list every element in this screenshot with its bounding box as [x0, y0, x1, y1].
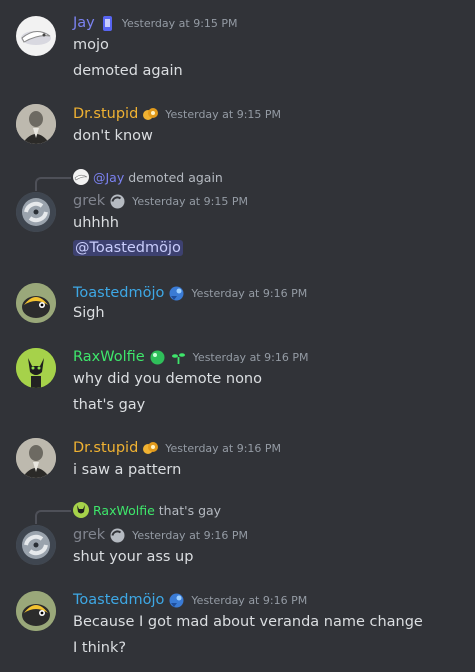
message-text: i saw a pattern — [73, 462, 182, 478]
hurricane-badge-icon — [109, 527, 126, 544]
blue-badge-icon — [168, 592, 185, 609]
rax-avatar[interactable] — [16, 348, 56, 388]
message-text: don't know — [73, 128, 153, 144]
sprout-badge-icon — [170, 349, 187, 366]
username[interactable]: Jay — [73, 15, 95, 31]
rax-mini-avatar — [73, 502, 89, 518]
message-text: that's gay — [73, 397, 146, 413]
jay-mini-avatar — [73, 169, 89, 185]
timestamp: Yesterday at 9:15 PM — [121, 16, 238, 30]
reply-spine — [35, 510, 71, 524]
timestamp: Yesterday at 9:16 PM — [191, 593, 308, 607]
reply-preview[interactable]: @Jay demoted again — [73, 168, 223, 186]
phone-badge-icon — [99, 15, 116, 32]
message-text-mention: @Toastedmöjo — [73, 237, 183, 259]
jay-avatar[interactable] — [16, 16, 56, 56]
reply-username[interactable]: @Jay — [93, 170, 124, 185]
hurricane-badge-icon — [109, 193, 126, 210]
reply-username[interactable]: RaxWolfie — [93, 503, 155, 518]
timestamp: Yesterday at 9:16 PM — [191, 286, 308, 300]
grek-avatar[interactable] — [16, 192, 56, 232]
message-text: uhhhh — [73, 215, 119, 231]
message-text: I think? — [73, 640, 127, 656]
username[interactable]: grek — [73, 527, 105, 543]
gold-badge-icon — [142, 440, 159, 457]
username[interactable]: Toastedmöjo — [73, 285, 164, 301]
toasted-avatar[interactable] — [16, 591, 56, 631]
message-text: Sigh — [73, 305, 105, 321]
grek-avatar[interactable] — [16, 525, 56, 565]
timestamp: Yesterday at 9:16 PM — [165, 441, 282, 455]
drstupid-avatar[interactable] — [16, 104, 56, 144]
username[interactable]: grek — [73, 193, 105, 209]
reply-preview[interactable]: RaxWolfie that's gay — [73, 501, 221, 519]
username[interactable]: Toastedmöjo — [73, 592, 164, 608]
message-text: mojo — [73, 37, 109, 53]
timestamp: Yesterday at 9:16 PM — [192, 350, 309, 364]
username[interactable]: Dr.stupid — [73, 440, 138, 456]
reply-text: demoted again — [128, 169, 223, 185]
timestamp: Yesterday at 9:16 PM — [132, 528, 248, 542]
toasted-avatar[interactable] — [16, 283, 56, 323]
message-text: demoted again — [73, 63, 183, 79]
reply-spine — [35, 177, 71, 191]
gold-badge-icon — [142, 106, 159, 123]
reply-text: that's gay — [158, 502, 222, 518]
username[interactable]: RaxWolfie — [73, 349, 145, 365]
timestamp: Yesterday at 9:15 PM — [165, 107, 282, 121]
user-mention[interactable]: @Toastedmöjo — [73, 240, 183, 256]
blue-badge-icon — [168, 285, 185, 302]
timestamp: Yesterday at 9:15 PM — [132, 194, 248, 208]
message-text: shut your ass up — [73, 549, 194, 565]
username[interactable]: Dr.stupid — [73, 106, 138, 122]
message-text: Because I got mad about veranda name cha… — [73, 614, 423, 630]
drstupid-avatar[interactable] — [16, 438, 56, 478]
green-orb-badge-icon — [149, 349, 166, 366]
message-text: why did you demote nono — [73, 371, 262, 387]
